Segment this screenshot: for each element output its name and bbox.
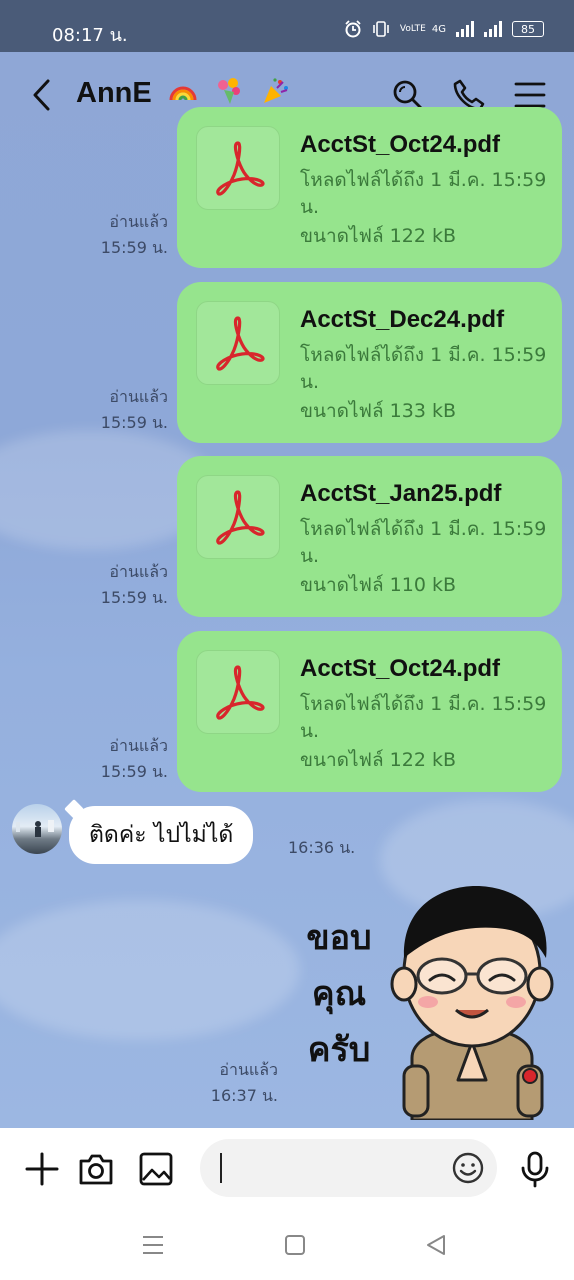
file-size: ขนาดไฟล์ 110 kB <box>300 574 457 596</box>
back-nav-icon[interactable] <box>423 1232 449 1258</box>
incoming-message-bubble[interactable]: ติดค่ะ ไปไม่ได้ <box>69 806 254 864</box>
message-time: 15:59 น. <box>100 413 168 432</box>
pdf-icon <box>196 475 280 559</box>
emoji-icon[interactable] <box>451 1151 485 1185</box>
download-deadline: โหลดไฟล์ได้ถึง 1 มี.ค. 15:59 น. <box>300 518 547 567</box>
plus-icon[interactable] <box>23 1150 61 1188</box>
thank-you-sticker[interactable]: ขอบ คุณ ครับ <box>298 880 560 1120</box>
battery-level: 85 <box>521 22 535 36</box>
file-message[interactable]: AcctSt_Dec24.pdf โหลดไฟล์ได้ถึง 1 มี.ค. … <box>177 282 562 443</box>
party-popper-emoji-icon <box>263 78 288 103</box>
chat-title-text: AnnE <box>76 77 152 109</box>
message-input[interactable] <box>200 1139 497 1197</box>
file-message[interactable]: AcctSt_Oct24.pdf โหลดไฟล์ได้ถึง 1 มี.ค. … <box>177 107 562 268</box>
system-nav-bar <box>0 1210 574 1280</box>
download-deadline: โหลดไฟล์ได้ถึง 1 มี.ค. 15:59 น. <box>300 693 547 742</box>
read-label: อ่านแล้ว <box>109 562 168 581</box>
message-time: 15:59 น. <box>100 588 168 607</box>
image-icon[interactable] <box>137 1150 175 1188</box>
file-message[interactable]: AcctSt_Oct24.pdf โหลดไฟล์ได้ถึง 1 มี.ค. … <box>177 631 562 792</box>
status-bar: 08:17 น. VoLTE 4G 85 <box>0 0 574 52</box>
read-label: อ่านแล้ว <box>109 736 168 755</box>
read-receipt: อ่านแล้ว 15:59 น. <box>100 733 168 785</box>
cartoon-officer-icon <box>390 886 554 1120</box>
status-icons: VoLTE 4G 85 <box>344 20 544 38</box>
contact-avatar[interactable] <box>12 804 62 854</box>
file-name: AcctSt_Oct24.pdf <box>300 131 501 158</box>
file-name: AcctSt_Oct24.pdf <box>300 655 501 682</box>
network-type: 4G <box>431 23 446 35</box>
incoming-message-time: 16:36 น. <box>288 838 356 857</box>
read-label: อ่านแล้ว <box>109 387 168 406</box>
message-time: 15:59 น. <box>100 238 168 257</box>
mic-icon[interactable] <box>516 1150 554 1188</box>
pdf-icon <box>196 650 280 734</box>
volte-label: VoLTE <box>399 23 426 34</box>
back-arrow-icon[interactable] <box>30 78 54 112</box>
text-caret <box>220 1153 222 1183</box>
message-time: 16:37 น. <box>210 1086 278 1105</box>
rainbow-emoji-icon <box>169 86 197 101</box>
vibrate-icon <box>373 21 389 37</box>
message-input-bar <box>0 1128 574 1210</box>
file-size: ขนาดไฟล์ 122 kB <box>300 749 457 771</box>
file-name: AcctSt_Jan25.pdf <box>300 480 502 507</box>
read-label: อ่านแล้ว <box>219 1060 278 1079</box>
read-label: อ่านแล้ว <box>109 212 168 231</box>
battery-icon: 85 <box>512 21 544 37</box>
file-size: ขนาดไฟล์ 122 kB <box>300 225 457 247</box>
recent-apps-icon[interactable] <box>140 1232 166 1258</box>
bouquet-emoji-icon <box>217 78 240 104</box>
pdf-icon <box>196 301 280 385</box>
download-deadline: โหลดไฟล์ได้ถึง 1 มี.ค. 15:59 น. <box>300 169 547 218</box>
file-name: AcctSt_Dec24.pdf <box>300 306 505 333</box>
file-message[interactable]: AcctSt_Jan25.pdf โหลดไฟล์ได้ถึง 1 มี.ค. … <box>177 456 562 617</box>
read-receipt: อ่านแล้ว 15:59 น. <box>100 384 168 436</box>
chat-screen: 08:17 น. VoLTE 4G 85 AnnE อ่านแล้ว 15:59… <box>0 0 574 1280</box>
status-time: 08:17 น. <box>52 25 128 46</box>
read-receipt: อ่านแล้ว 16:37 น. <box>200 1057 278 1109</box>
camera-icon[interactable] <box>77 1150 115 1188</box>
sticker-text: ขอบ คุณ ครับ <box>306 918 372 1070</box>
signal-icon <box>456 21 474 37</box>
file-size: ขนาดไฟล์ 133 kB <box>300 400 457 422</box>
incoming-message-text: ติดค่ะ ไปไม่ได้ <box>89 822 234 848</box>
alarm-icon <box>345 20 361 38</box>
pdf-icon <box>196 126 280 210</box>
message-time: 15:59 น. <box>100 762 168 781</box>
download-deadline: โหลดไฟล์ได้ถึง 1 มี.ค. 15:59 น. <box>300 344 547 393</box>
home-icon[interactable] <box>282 1232 308 1258</box>
chat-title[interactable]: AnnE <box>76 76 290 110</box>
read-receipt: อ่านแล้ว 15:59 น. <box>100 559 168 611</box>
read-receipt: อ่านแล้ว 15:59 น. <box>100 209 168 261</box>
signal-icon-2 <box>484 21 502 37</box>
